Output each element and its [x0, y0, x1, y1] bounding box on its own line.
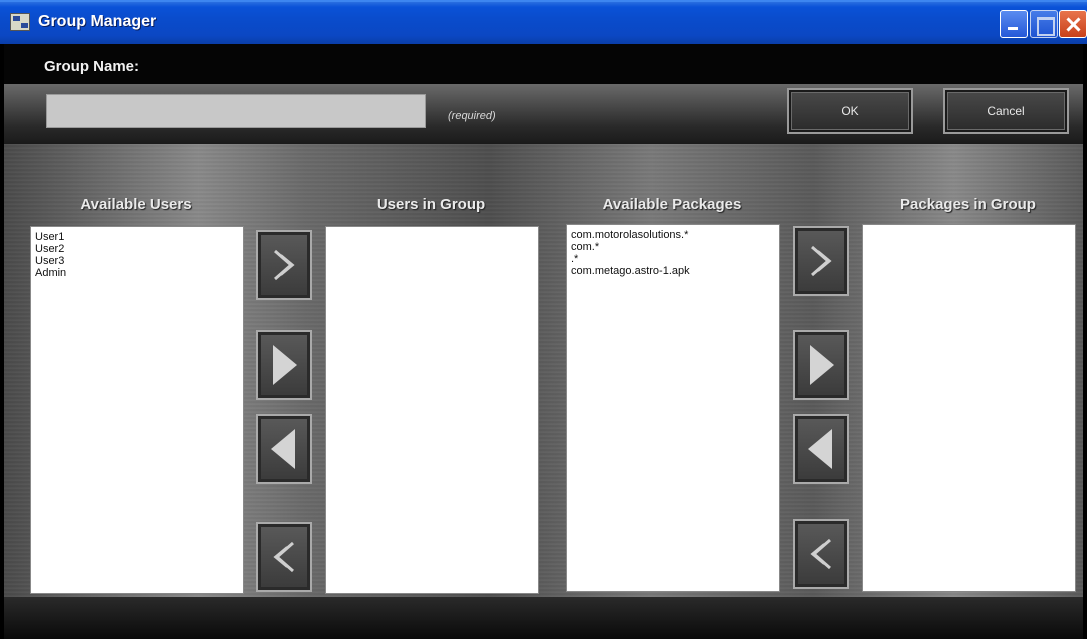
header-bar — [4, 44, 1083, 84]
add-all-users-button[interactable] — [256, 230, 312, 300]
add-all-packages-button[interactable] — [793, 226, 849, 296]
ok-button[interactable]: OK — [787, 88, 913, 134]
triangle-right-icon — [810, 345, 834, 385]
double-chevron-right-icon — [274, 249, 295, 281]
list-item[interactable]: User2 — [35, 243, 239, 255]
available-packages-list[interactable]: com.motorolasolutions.* com.* .* com.met… — [566, 224, 780, 592]
group-name-label: Group Name: — [44, 58, 140, 75]
add-user-button[interactable] — [256, 330, 312, 400]
app-icon — [10, 13, 30, 31]
available-users-header: Available Users — [80, 196, 192, 213]
list-item[interactable]: User1 — [35, 231, 239, 243]
maximize-button[interactable] — [1030, 10, 1058, 38]
double-chevron-right-icon — [811, 245, 832, 277]
users-in-group-header: Users in Group — [376, 196, 486, 213]
minimize-button[interactable] — [1000, 10, 1028, 38]
list-item[interactable]: com.* — [571, 241, 775, 253]
remove-all-packages-button[interactable] — [793, 519, 849, 589]
double-chevron-left-icon — [810, 538, 831, 570]
list-item[interactable]: .* — [571, 253, 775, 265]
remove-package-button[interactable] — [793, 414, 849, 484]
window-title: Group Manager — [38, 13, 157, 30]
available-users-list[interactable]: User1 User2 User3 Admin — [30, 226, 244, 594]
users-in-group-list[interactable] — [325, 226, 539, 594]
list-item[interactable]: com.motorolasolutions.* — [571, 229, 775, 241]
cancel-button[interactable]: Cancel — [943, 88, 1069, 134]
triangle-left-icon — [808, 429, 832, 469]
triangle-left-icon — [271, 429, 295, 469]
triangle-right-icon — [273, 345, 297, 385]
packages-in-group-list[interactable] — [862, 224, 1076, 592]
bottom-strip — [4, 597, 1083, 639]
list-item[interactable]: Admin — [35, 267, 239, 279]
title-bar[interactable]: Group Manager — [0, 0, 1087, 44]
available-packages-header: Available Packages — [602, 196, 742, 213]
close-button[interactable] — [1059, 10, 1087, 38]
double-chevron-left-icon — [273, 541, 294, 573]
list-item[interactable]: User3 — [35, 255, 239, 267]
list-item[interactable]: com.metago.astro-1.apk — [571, 265, 775, 277]
required-note: (required) — [448, 110, 496, 122]
packages-in-group-header: Packages in Group — [900, 196, 1036, 213]
group-name-input[interactable] — [46, 94, 426, 128]
remove-user-button[interactable] — [256, 414, 312, 484]
add-package-button[interactable] — [793, 330, 849, 400]
remove-all-users-button[interactable] — [256, 522, 312, 592]
